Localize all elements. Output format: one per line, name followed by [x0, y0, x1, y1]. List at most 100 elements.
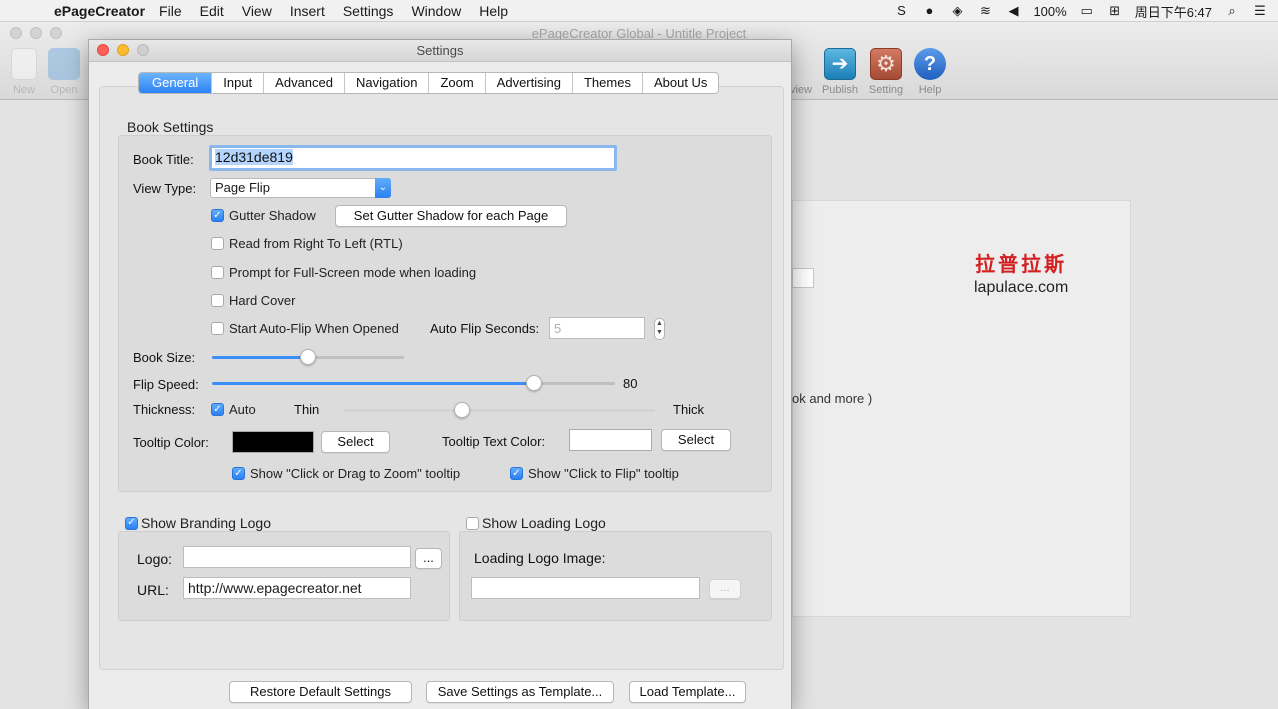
- book-size-knob[interactable]: [300, 349, 316, 365]
- url-field[interactable]: http://www.epagecreator.net: [183, 577, 411, 599]
- zoom-tooltip-label: Show "Click or Drag to Zoom" tooltip: [250, 466, 461, 481]
- load-template-button[interactable]: Load Template...: [629, 681, 746, 703]
- flip-speed-value: 80: [623, 376, 638, 391]
- tab-input[interactable]: Input: [212, 73, 265, 93]
- flip-tooltip-check: ✓: [510, 467, 523, 480]
- menu-edit[interactable]: Edit: [200, 3, 224, 19]
- url-label: URL:: [137, 582, 169, 598]
- menu-help[interactable]: Help: [479, 3, 508, 19]
- thickness-label: Thickness:: [133, 402, 196, 417]
- fullscreen-prompt-checkbox[interactable]: Prompt for Full-Screen mode when loading: [211, 265, 476, 280]
- settings-window: Settings General Input Advanced Navigati…: [88, 39, 792, 709]
- loading-browse-button[interactable]: ...: [709, 579, 741, 599]
- search-icon[interactable]: ⌕: [1224, 4, 1240, 18]
- background-field: [792, 268, 814, 288]
- logo-field[interactable]: [183, 546, 411, 568]
- auto-flip-seconds-field[interactable]: 5: [549, 317, 645, 339]
- watermark: 拉普拉斯 lapulace.com: [974, 248, 1068, 297]
- thickness-auto-checkbox[interactable]: ✓ Auto: [211, 402, 256, 417]
- s-app-icon[interactable]: S: [893, 4, 909, 18]
- qq-icon[interactable]: ●: [921, 4, 937, 18]
- show-branding-checkbox[interactable]: ✓ Show Branding Logo: [125, 515, 271, 531]
- notification-list-icon[interactable]: ☰: [1252, 4, 1268, 18]
- rtl-label: Read from Right To Left (RTL): [229, 236, 403, 251]
- tab-advanced[interactable]: Advanced: [264, 73, 345, 93]
- wifi-icon[interactable]: ≋: [977, 4, 993, 18]
- tab-themes[interactable]: Themes: [573, 73, 643, 93]
- menu-view[interactable]: View: [242, 3, 272, 19]
- logo-browse-button[interactable]: ...: [415, 548, 442, 569]
- book-size-slider[interactable]: [212, 349, 404, 365]
- gutter-shadow-label: Gutter Shadow: [229, 208, 316, 223]
- tab-advertising[interactable]: Advertising: [486, 73, 573, 93]
- tab-general[interactable]: General: [139, 73, 213, 93]
- view-type-value: Page Flip: [215, 180, 270, 195]
- view-type-select[interactable]: Page Flip ⌄: [210, 178, 391, 198]
- tooltip-text-color-label: Tooltip Text Color:: [442, 434, 546, 449]
- auto-flip-label: Start Auto-Flip When Opened: [229, 321, 399, 336]
- rtl-checkbox[interactable]: Read from Right To Left (RTL): [211, 236, 403, 251]
- show-loading-checkbox[interactable]: Show Loading Logo: [466, 515, 606, 531]
- status-area: S ● ◈ ≋ ◀ 100% ▭ ⊞ 周日下午6:47 ⌕ ☰: [893, 0, 1268, 22]
- auto-flip-checkbox[interactable]: Start Auto-Flip When Opened: [211, 321, 399, 336]
- book-size-fill: [212, 356, 308, 359]
- flip-speed-fill: [212, 382, 535, 385]
- thickness-slider[interactable]: [344, 402, 655, 418]
- tooltip-text-color-select-button[interactable]: Select: [661, 429, 731, 451]
- restore-defaults-button[interactable]: Restore Default Settings: [229, 681, 412, 703]
- flip-speed-slider[interactable]: [212, 375, 615, 391]
- tab-about-us[interactable]: About Us: [643, 73, 718, 93]
- tooltip-color-swatch[interactable]: [232, 431, 314, 453]
- clock[interactable]: 周日下午6:47: [1135, 2, 1212, 21]
- branding-group: [118, 531, 450, 621]
- toolbar-setting[interactable]: ⚙ Setting: [863, 48, 909, 96]
- toolbar-open[interactable]: Open: [41, 48, 87, 96]
- show-branding-check: ✓: [125, 516, 138, 530]
- gutter-shadow-checkbox[interactable]: ✓ Gutter Shadow: [211, 208, 316, 223]
- gear-icon: ⚙: [870, 48, 902, 80]
- book-settings-heading: Book Settings: [127, 119, 214, 135]
- auto-flip-seconds-label: Auto Flip Seconds:: [430, 321, 540, 336]
- hard-cover-checkbox[interactable]: Hard Cover: [211, 293, 295, 308]
- loading-image-field[interactable]: [471, 577, 700, 599]
- settings-title: Settings: [416, 43, 464, 58]
- toolbar-publish[interactable]: ➔ Publish: [817, 48, 863, 96]
- book-title-field[interactable]: 12d31de819: [209, 145, 617, 171]
- battery-percent[interactable]: 100%: [1033, 4, 1066, 19]
- tooltip-color-select-button[interactable]: Select: [321, 431, 390, 453]
- auto-flip-stepper[interactable]: ▲ ▼: [654, 318, 665, 340]
- battery-icon[interactable]: ▭: [1079, 4, 1095, 18]
- fullscreen-prompt-label: Prompt for Full-Screen mode when loading: [229, 265, 477, 280]
- app-menu[interactable]: ePageCreator: [54, 3, 145, 19]
- shield-icon[interactable]: ◈: [949, 4, 965, 18]
- menu-settings[interactable]: Settings: [343, 3, 394, 19]
- zoom-tooltip-checkbox[interactable]: ✓ Show "Click or Drag to Zoom" tooltip: [232, 466, 460, 481]
- thickness-auto-label: Auto: [229, 402, 256, 417]
- volume-icon[interactable]: ◀: [1005, 4, 1021, 18]
- input-method-icon[interactable]: ⊞: [1107, 4, 1123, 18]
- settings-titlebar: Settings: [89, 40, 791, 62]
- tooltip-text-color-swatch[interactable]: [569, 429, 652, 451]
- tab-zoom[interactable]: Zoom: [429, 73, 486, 93]
- thickness-auto-check: ✓: [211, 403, 224, 416]
- save-template-button[interactable]: Save Settings as Template...: [426, 681, 614, 703]
- view-type-label: View Type:: [133, 181, 197, 196]
- publish-icon: ➔: [824, 48, 856, 80]
- background-text: ok and more ): [792, 391, 873, 406]
- auto-flip-seconds-value: 5: [554, 321, 562, 336]
- toolbar-help[interactable]: ? Help: [907, 48, 953, 96]
- stepper-down-icon: ▼: [656, 329, 663, 336]
- menu-file[interactable]: File: [159, 3, 182, 19]
- chevron-down-icon: ⌄: [375, 178, 391, 198]
- gutter-shadow-each-page-button[interactable]: Set Gutter Shadow for each Page: [335, 205, 567, 227]
- main-content-panel: [792, 200, 1131, 617]
- menu-window[interactable]: Window: [411, 3, 461, 19]
- tab-navigation[interactable]: Navigation: [345, 73, 430, 93]
- loading-image-label: Loading Logo Image:: [474, 550, 606, 566]
- book-title-value: 12d31de819: [215, 149, 293, 165]
- zoom-tooltip-check: ✓: [232, 467, 245, 480]
- hard-cover-check: [211, 294, 224, 307]
- watermark-chinese: 拉普拉斯: [975, 252, 1068, 276]
- flip-tooltip-checkbox[interactable]: ✓ Show "Click to Flip" tooltip: [510, 466, 679, 481]
- menu-insert[interactable]: Insert: [290, 3, 325, 19]
